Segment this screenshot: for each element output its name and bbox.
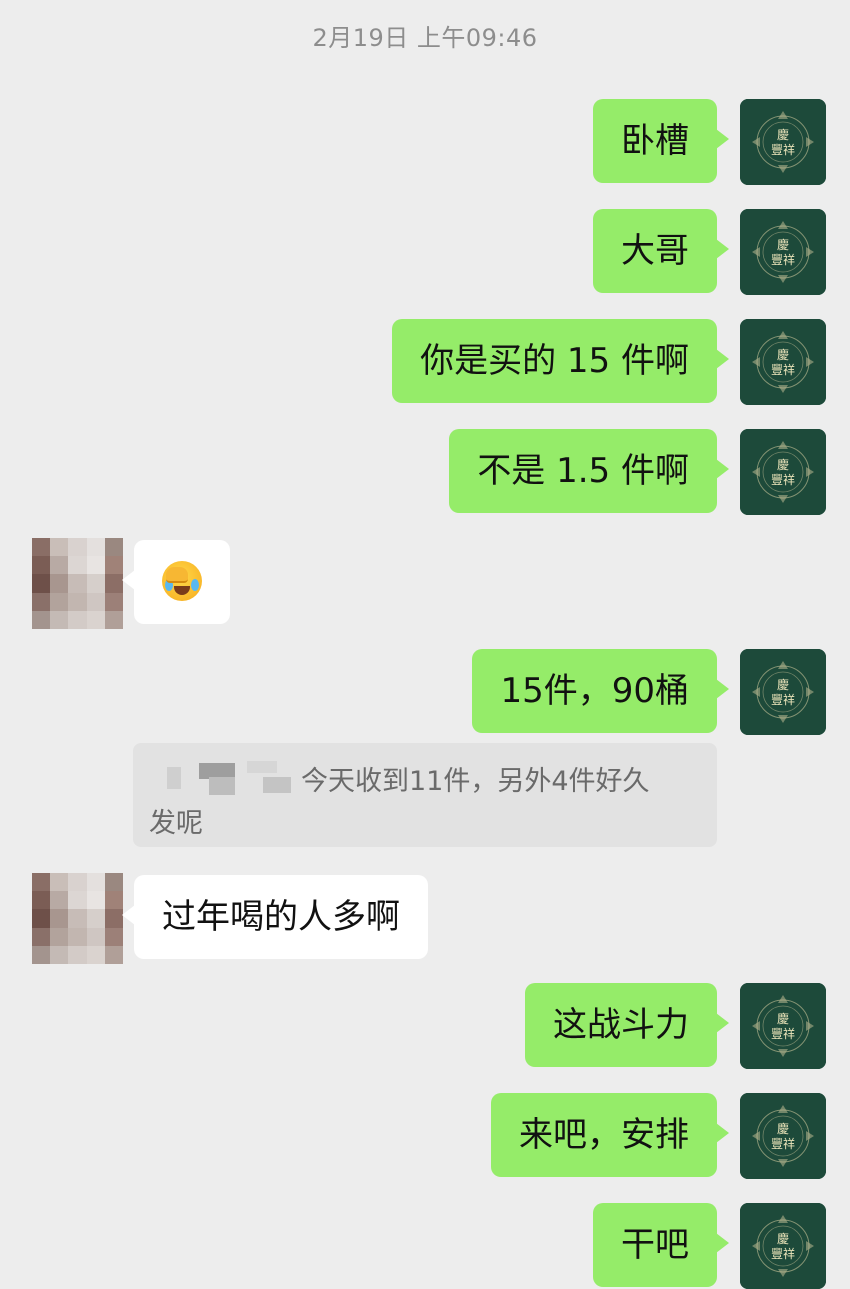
- message-bubble-other[interactable]: [122, 540, 230, 624]
- redacted-name: [159, 757, 299, 797]
- self-avatar[interactable]: 慶 豐祥: [740, 1203, 826, 1289]
- other-avatar[interactable]: [32, 538, 123, 629]
- svg-text:慶: 慶: [777, 238, 789, 252]
- svg-text:慶: 慶: [777, 1012, 789, 1026]
- message-bubble-self[interactable]: 这战斗力: [525, 983, 729, 1067]
- facepalm-crying-emoji: [162, 560, 202, 601]
- brand-logo-icon: 慶 豐祥: [740, 649, 826, 735]
- message-bubble-self[interactable]: 卧槽: [593, 99, 729, 183]
- brand-logo-icon: 慶 豐祥: [740, 1203, 826, 1289]
- svg-text:豐祥: 豐祥: [771, 693, 795, 707]
- self-avatar[interactable]: 慶 豐祥: [740, 1093, 826, 1179]
- svg-text:豐祥: 豐祥: [771, 143, 795, 157]
- message-bubble-self[interactable]: 你是买的 15 件啊: [392, 319, 729, 403]
- svg-text:慶: 慶: [777, 1122, 789, 1136]
- message-bubble-other[interactable]: 过年喝的人多啊: [122, 875, 428, 959]
- chat-timestamp: 2月19日 上午09:46: [312, 24, 538, 52]
- brand-logo-icon: 慶 豐祥: [740, 99, 826, 185]
- message-bubble-self[interactable]: 来吧，安排: [491, 1093, 729, 1177]
- svg-text:慶: 慶: [777, 678, 789, 692]
- other-avatar[interactable]: [32, 873, 123, 964]
- self-avatar[interactable]: 慶 豐祥: [740, 319, 826, 405]
- self-avatar[interactable]: 慶 豐祥: [740, 209, 826, 295]
- svg-text:豐祥: 豐祥: [771, 1137, 795, 1151]
- message-bubble-self[interactable]: 不是 1.5 件啊: [449, 429, 729, 513]
- self-avatar[interactable]: 慶 豐祥: [740, 99, 826, 185]
- svg-text:豐祥: 豐祥: [771, 1247, 795, 1261]
- brand-logo-icon: 慶 豐祥: [740, 209, 826, 295]
- svg-text:慶: 慶: [777, 128, 789, 142]
- self-avatar[interactable]: 慶 豐祥: [740, 983, 826, 1069]
- brand-logo-icon: 慶 豐祥: [740, 319, 826, 405]
- self-avatar[interactable]: 慶 豐祥: [740, 649, 826, 735]
- self-avatar[interactable]: 慶 豐祥: [740, 429, 826, 515]
- svg-text:豐祥: 豐祥: [771, 1027, 795, 1041]
- svg-text:慶: 慶: [777, 348, 789, 362]
- brand-logo-icon: 慶 豐祥: [740, 429, 826, 515]
- quoted-text-line-2: 发呢: [149, 808, 203, 837]
- quoted-message[interactable]: 今天收到11件，另外4件好久 发呢: [133, 743, 717, 847]
- message-bubble-self[interactable]: 干吧: [593, 1203, 729, 1287]
- message-bubble-self[interactable]: 15件，90桶: [472, 649, 729, 733]
- message-bubble-self[interactable]: 大哥: [593, 209, 729, 293]
- svg-text:豐祥: 豐祥: [771, 363, 795, 377]
- quoted-text-line-1: 今天收到11件，另外4件好久: [301, 766, 650, 797]
- brand-logo-icon: 慶 豐祥: [740, 1093, 826, 1179]
- brand-logo-icon: 慶 豐祥: [740, 983, 826, 1069]
- svg-text:慶: 慶: [777, 458, 789, 472]
- svg-text:豐祥: 豐祥: [771, 473, 795, 487]
- svg-text:慶: 慶: [777, 1232, 789, 1246]
- svg-text:豐祥: 豐祥: [771, 253, 795, 267]
